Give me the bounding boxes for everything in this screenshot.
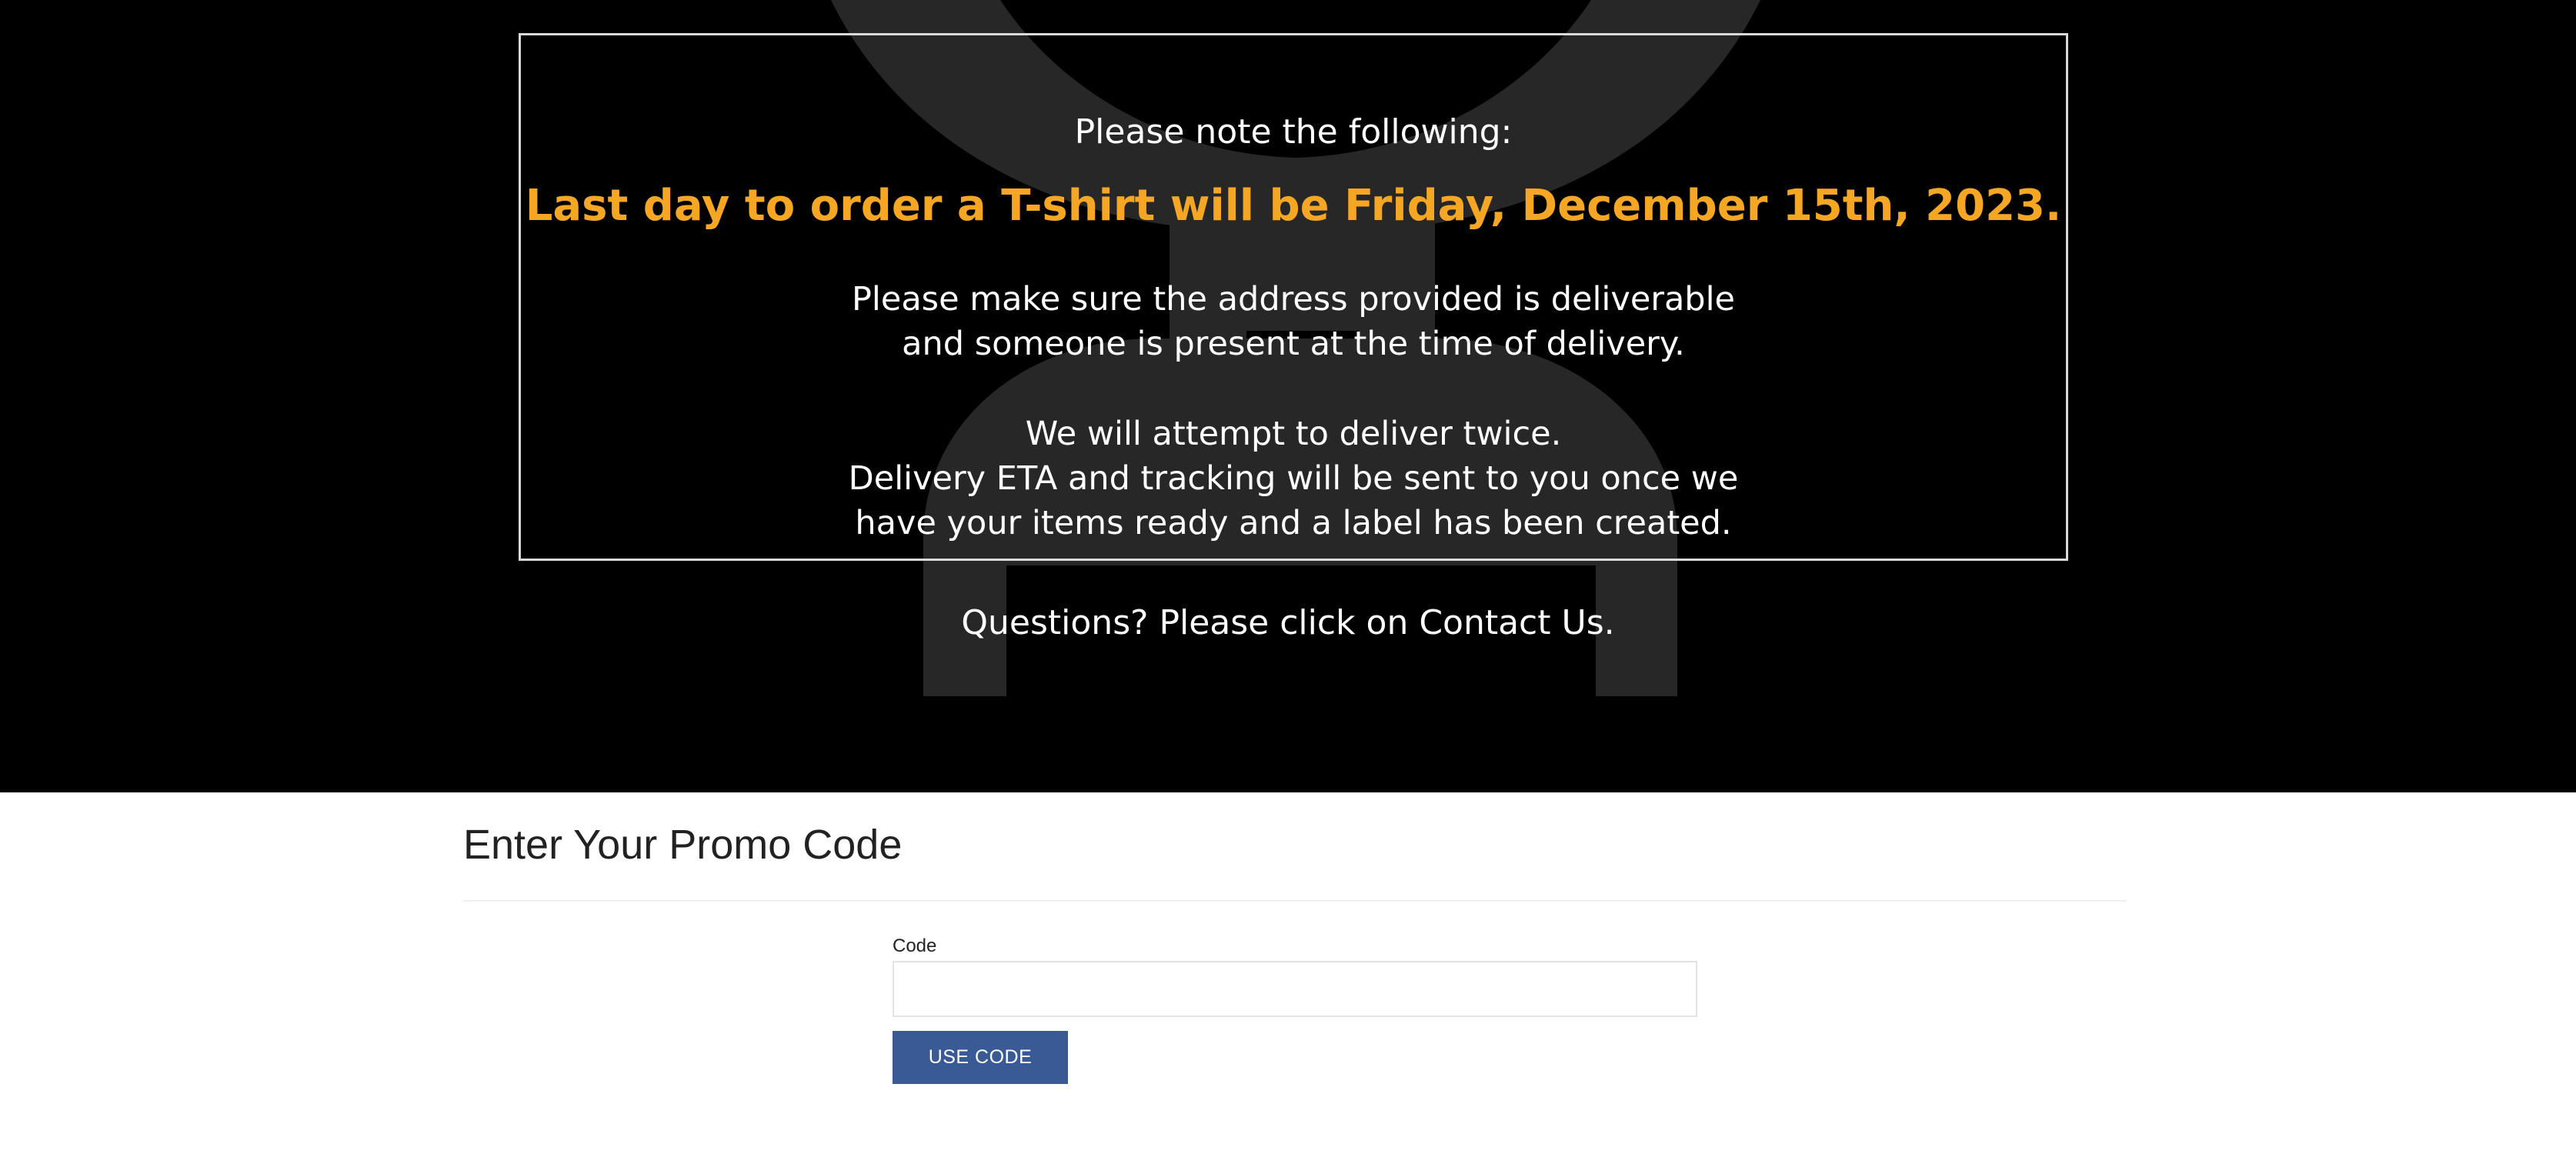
delivery-attempts-notice: We will attempt to deliver twice. Delive…: [521, 412, 2066, 545]
notice-line: and someone is present at the time of de…: [902, 325, 1685, 363]
notice-banner: Please note the following: Last day to o…: [0, 0, 2576, 792]
use-code-button[interactable]: USE CODE: [893, 1031, 1068, 1084]
delivery-address-notice: Please make sure the address provided is…: [521, 277, 2066, 366]
contact-questions-text: Questions? Please click on Contact Us.: [961, 603, 1615, 642]
divider: [463, 900, 2127, 902]
promo-code-input[interactable]: [893, 961, 1697, 1017]
notice-line: Please make sure the address provided is…: [851, 280, 1736, 319]
order-deadline-notice: Last day to order a T-shirt will be Frid…: [525, 181, 2062, 231]
notice-box: Please note the following: Last day to o…: [519, 33, 2068, 561]
notice-heading: Please note the following:: [1074, 112, 1513, 152]
notice-line: have your items ready and a label has be…: [855, 504, 1732, 542]
code-field-label: Code: [893, 936, 937, 956]
notice-line: Delivery ETA and tracking will be sent t…: [848, 459, 1739, 498]
notice-line: We will attempt to deliver twice.: [1025, 415, 1562, 453]
page-title: Enter Your Promo Code: [463, 822, 903, 868]
